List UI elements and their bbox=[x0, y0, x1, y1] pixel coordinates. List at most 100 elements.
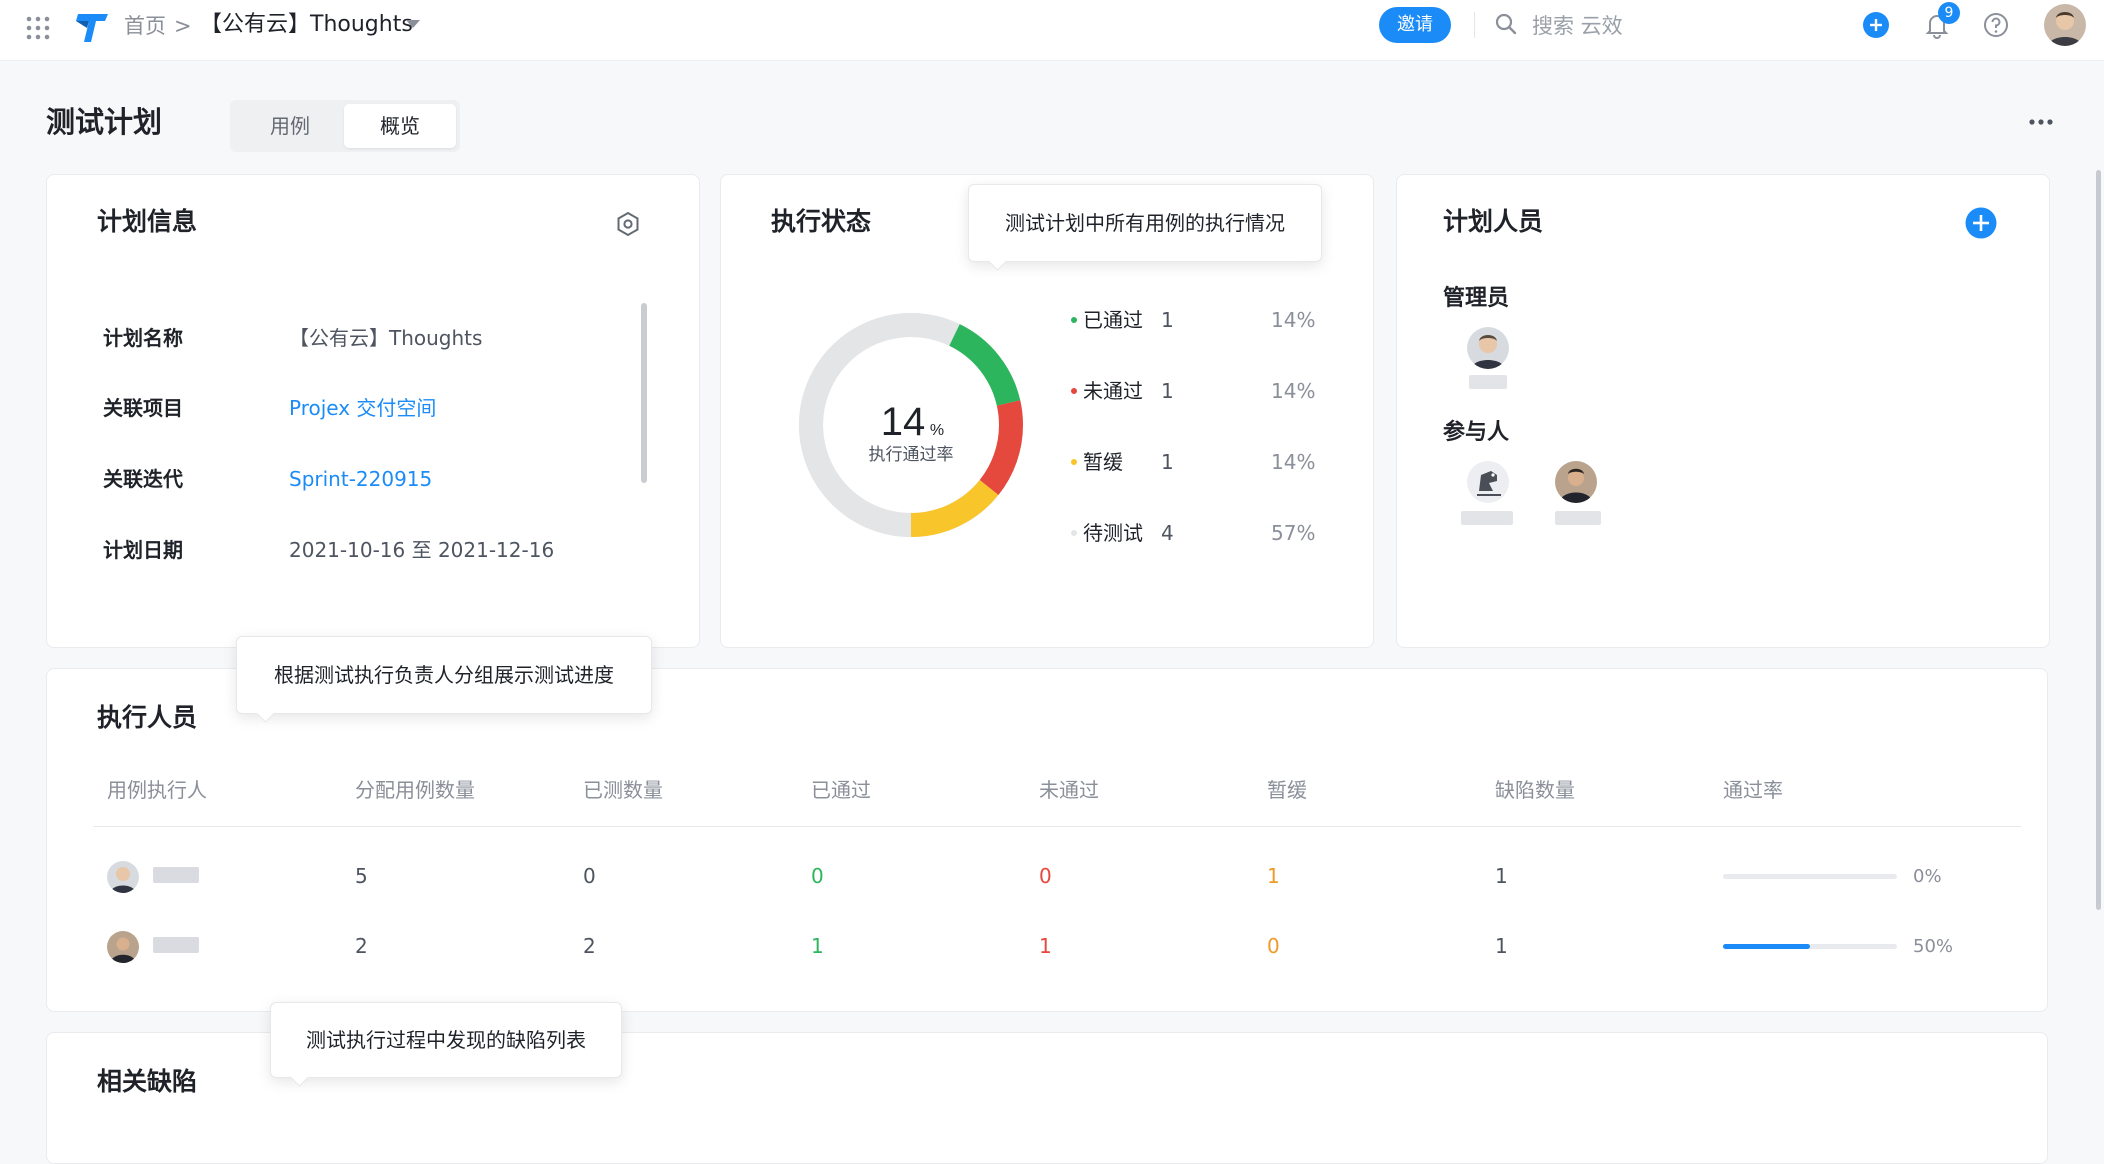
legend-dot-icon bbox=[1071, 530, 1077, 536]
related-sprint-link[interactable]: Sprint-220915 bbox=[289, 466, 432, 492]
executor-name-redacted bbox=[153, 937, 199, 953]
defect-count: 1 bbox=[1495, 934, 1508, 958]
passed-count: 1 bbox=[811, 934, 824, 958]
legend-count: 1 bbox=[1161, 308, 1174, 332]
executors-card: 执行人员 用例执行人 分配用例数量 已测数量 已通过 未通过 暂缓 缺陷数量 通… bbox=[46, 668, 2048, 1012]
executor-avatar bbox=[107, 931, 139, 963]
col-failed: 未通过 bbox=[1039, 778, 1099, 802]
legend-count: 1 bbox=[1161, 379, 1174, 403]
related-project-label: 关联项目 bbox=[103, 396, 183, 420]
col-executor: 用例执行人 bbox=[107, 778, 207, 802]
legend-label: 暂缓 bbox=[1083, 450, 1123, 474]
failed-count: 0 bbox=[1039, 864, 1052, 888]
defects-tooltip-text: 测试执行过程中发现的缺陷列表 bbox=[306, 1028, 586, 1052]
page-scrollbar[interactable] bbox=[2096, 170, 2101, 910]
defect-count: 1 bbox=[1495, 864, 1508, 888]
execution-donut-chart: 14 % 执行通过率 bbox=[799, 313, 1023, 537]
plan-name-value: 【公有云】Thoughts bbox=[289, 326, 483, 350]
pass-rate-value: 0% bbox=[1913, 866, 1942, 887]
legend-dot-icon bbox=[1071, 388, 1077, 394]
executors-title: 执行人员 bbox=[97, 703, 198, 732]
passed-count: 0 bbox=[811, 864, 824, 888]
plan-info-title: 计划信息 bbox=[97, 207, 198, 236]
add-member-plus-icon[interactable] bbox=[1965, 207, 1997, 239]
participant-name-redacted bbox=[1555, 511, 1601, 525]
legend-percent: 14% bbox=[1271, 450, 1316, 474]
view-tabs: 用例 概览 bbox=[230, 100, 460, 152]
legend-count: 1 bbox=[1161, 450, 1174, 474]
tab-cases[interactable]: 用例 bbox=[234, 104, 346, 148]
user-avatar[interactable] bbox=[2044, 4, 2086, 46]
executors-tooltip-text: 根据测试执行负责人分组展示测试进度 bbox=[274, 663, 614, 687]
legend-label: 已通过 bbox=[1083, 308, 1143, 332]
deferred-count: 0 bbox=[1267, 934, 1280, 958]
breadcrumb-project[interactable]: 【公有云】Thoughts bbox=[200, 12, 413, 38]
col-tested: 已测数量 bbox=[583, 778, 663, 802]
app-grid-icon[interactable] bbox=[24, 14, 52, 42]
legend-percent: 14% bbox=[1271, 308, 1316, 332]
pass-rate-unit: % bbox=[930, 422, 944, 439]
admin-label: 管理员 bbox=[1443, 286, 1510, 311]
participant-avatar[interactable] bbox=[1467, 461, 1509, 503]
plan-date-label: 计划日期 bbox=[103, 538, 183, 562]
tab-overview[interactable]: 概览 bbox=[344, 104, 456, 148]
breadcrumb-home[interactable]: 首页 bbox=[124, 13, 166, 39]
plan-members-card: 计划人员 管理员 参与人 bbox=[1396, 174, 2050, 648]
pass-rate-label: 执行通过率 bbox=[869, 445, 954, 465]
executors-tooltip: 根据测试执行负责人分组展示测试进度 bbox=[236, 636, 652, 723]
deferred-count: 1 bbox=[1267, 864, 1280, 888]
pass-rate-value: 14 bbox=[881, 400, 926, 444]
invite-button[interactable]: 邀请 bbox=[1379, 7, 1451, 43]
legend-count: 4 bbox=[1161, 521, 1174, 545]
failed-count: 1 bbox=[1039, 934, 1052, 958]
participant-avatar[interactable] bbox=[1555, 461, 1597, 503]
plan-name-label: 计划名称 bbox=[103, 326, 183, 350]
col-deferred: 暂缓 bbox=[1267, 778, 1307, 802]
admin-name-redacted bbox=[1469, 375, 1507, 389]
search-input[interactable] bbox=[1530, 10, 1694, 42]
related-sprint-label: 关联迭代 bbox=[103, 467, 183, 491]
table-header-divider bbox=[93, 826, 2021, 827]
breadcrumb-separator-icon: > bbox=[174, 14, 192, 38]
legend-dot-icon bbox=[1071, 317, 1077, 323]
col-assigned: 分配用例数量 bbox=[355, 778, 475, 802]
related-project-link[interactable]: Projex 交付空间 bbox=[289, 395, 436, 421]
execution-status-title: 执行状态 bbox=[771, 207, 872, 236]
col-pass-rate: 通过率 bbox=[1723, 778, 1783, 802]
help-icon[interactable] bbox=[1982, 11, 2010, 39]
pass-rate-bar bbox=[1723, 944, 1897, 949]
yunxiao-logo-icon[interactable] bbox=[76, 10, 110, 44]
notification-badge: 9 bbox=[1938, 2, 1960, 24]
chevron-down-icon[interactable] bbox=[406, 20, 420, 28]
plan-info-card: 计划信息 计划名称 【公有云】Thoughts 关联项目 Projex 交付空间… bbox=[46, 174, 700, 648]
legend-label: 未通过 bbox=[1083, 379, 1143, 403]
admin-avatar[interactable] bbox=[1467, 327, 1509, 369]
tested-count: 0 bbox=[583, 864, 596, 888]
participant-label: 参与人 bbox=[1443, 420, 1510, 445]
col-passed: 已通过 bbox=[811, 778, 871, 802]
assigned-count: 5 bbox=[355, 864, 368, 888]
executor-avatar bbox=[107, 861, 139, 893]
pass-rate-bar-fill bbox=[1723, 944, 1810, 949]
defects-tooltip: 测试执行过程中发现的缺陷列表 bbox=[270, 1002, 622, 1087]
page-title: 测试计划 bbox=[46, 105, 163, 139]
plan-info-scrollbar[interactable] bbox=[641, 303, 647, 483]
settings-gear-icon[interactable] bbox=[615, 211, 641, 237]
tested-count: 2 bbox=[583, 934, 596, 958]
create-plus-icon[interactable] bbox=[1862, 11, 1890, 39]
plan-members-title: 计划人员 bbox=[1443, 207, 1544, 236]
executor-name-redacted bbox=[153, 867, 199, 883]
participant-name-redacted bbox=[1461, 511, 1513, 525]
col-defects: 缺陷数量 bbox=[1495, 778, 1575, 802]
search-icon[interactable] bbox=[1494, 12, 1518, 36]
assigned-count: 2 bbox=[355, 934, 368, 958]
top-navigation-bar: 首页 > 【公有云】Thoughts 邀请 9 bbox=[0, 0, 2104, 61]
legend-percent: 14% bbox=[1271, 379, 1316, 403]
legend-label: 待测试 bbox=[1083, 521, 1143, 545]
legend-percent: 57% bbox=[1271, 521, 1316, 545]
more-options-icon[interactable] bbox=[2028, 118, 2054, 126]
related-defects-title: 相关缺陷 bbox=[97, 1067, 198, 1096]
topbar-divider bbox=[1474, 12, 1475, 38]
pass-rate-value: 50% bbox=[1913, 936, 1954, 957]
plan-date-value: 2021-10-16 至 2021-12-16 bbox=[289, 538, 555, 562]
